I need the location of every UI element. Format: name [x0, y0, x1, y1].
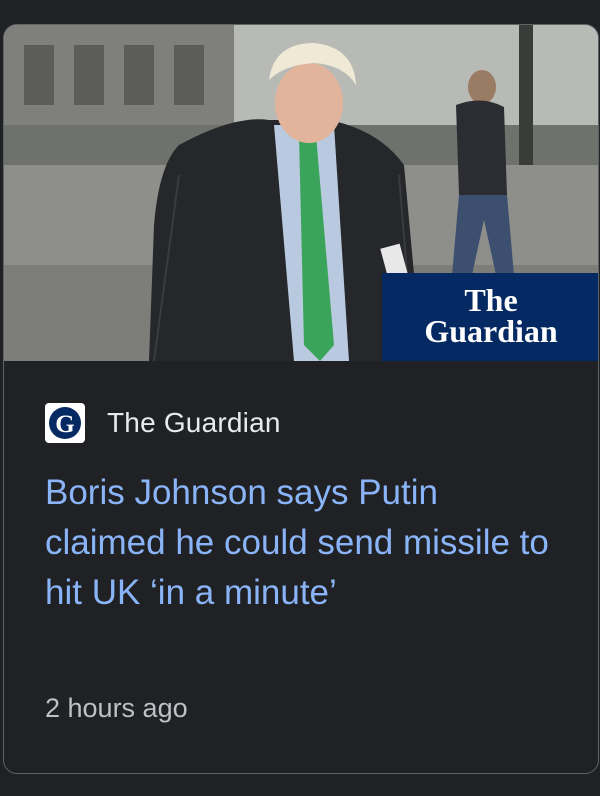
- guardian-logo-icon: G: [45, 403, 85, 443]
- publisher-name: The Guardian: [107, 407, 281, 438]
- timestamp: 2 hours ago: [45, 693, 188, 723]
- publisher-row: G The Guardian: [45, 403, 281, 443]
- watermark-line-2: Guardian: [424, 313, 558, 349]
- article-headline[interactable]: Boris Johnson says Putin claimed he coul…: [45, 468, 565, 618]
- watermark-line-1: The: [464, 282, 518, 318]
- article-thumbnail[interactable]: The Guardian: [4, 25, 598, 361]
- guardian-watermark: The Guardian: [382, 273, 598, 361]
- news-card[interactable]: The Guardian G The Guardian Boris Johnso…: [3, 24, 599, 774]
- logo-letter: G: [55, 411, 74, 438]
